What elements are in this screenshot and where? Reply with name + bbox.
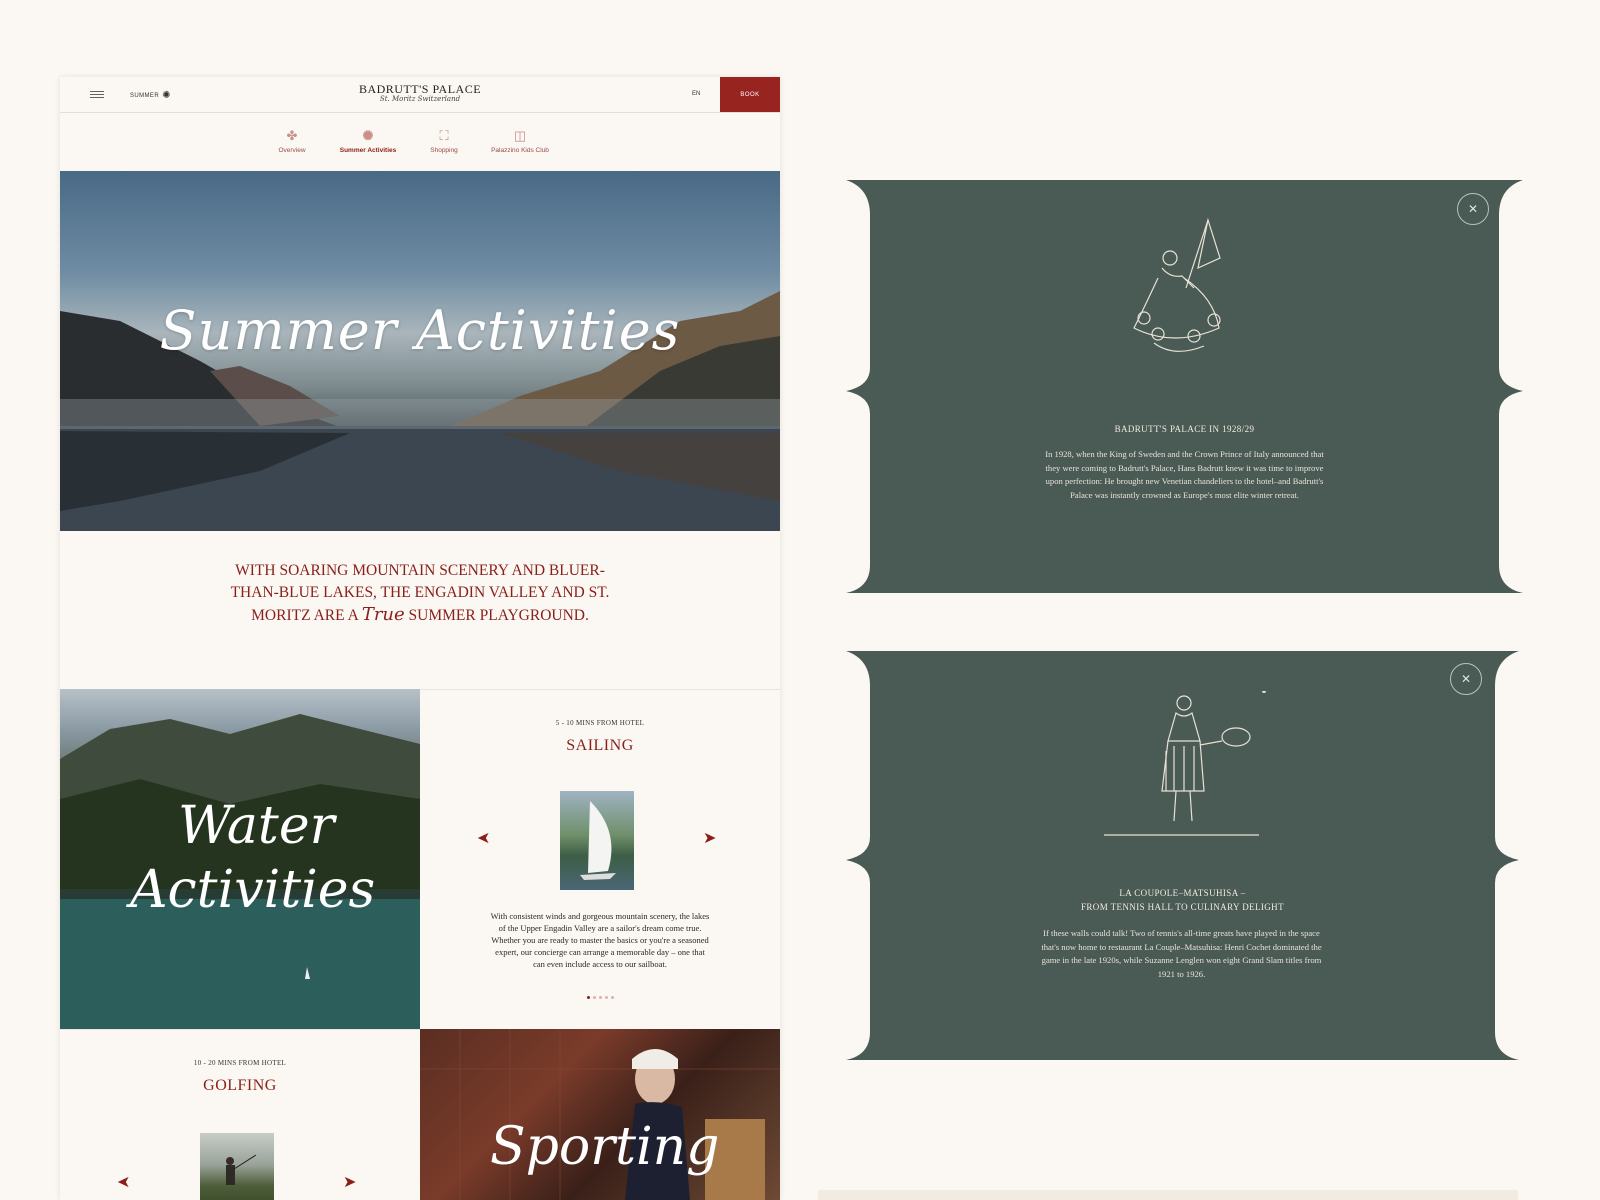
intro-line: WITH SOARING MOUNTAIN SCENERY AND BLUER-: [235, 562, 605, 579]
close-button[interactable]: ✕: [1457, 193, 1489, 225]
golfing-thumbnail[interactable]: [200, 1133, 274, 1200]
sailboat-illustration: [580, 801, 616, 880]
logo-title: BADRUTT'S PALACE: [358, 82, 482, 96]
sub-navigation: ✤ Overview ✺ Summer Activities ⛶ Shoppin…: [60, 113, 780, 173]
tab-label: Overview: [278, 147, 306, 154]
water-activities-image[interactable]: Water Activities: [60, 689, 420, 1029]
intro-text: MORITZ ARE A: [251, 607, 358, 624]
intro-line: THAN-BLUE LAKES, THE ENGADIN VALLEY AND …: [230, 584, 610, 601]
history-card-1928: ✕ BADRUTT'S PALACE IN 1928/29 In 1928, w…: [846, 180, 1523, 593]
pagination-dot[interactable]: [592, 996, 596, 999]
card-title: BADRUTT'S PALACE IN 1928/29: [1114, 424, 1255, 434]
logo-subtitle: St. Moritz Switzerland: [379, 95, 461, 103]
hero-image: Summer Activities: [60, 171, 780, 531]
intro-statement: WITH SOARING MOUNTAIN SCENERY AND BLUER-…: [170, 560, 670, 627]
card-body: In 1928, when the King of Sweden and the…: [1045, 449, 1324, 500]
sailing-description: With consistent winds and gorgeous mount…: [490, 911, 710, 969]
history-card-tennis: ✕ LA COUPOLE–MATSUHISA – FROM TENNIS HAL…: [846, 651, 1519, 1060]
website-page: SUMMER ✺ BADRUTT'S PALACE St. Moritz Swi…: [60, 77, 780, 1200]
card-title: LA COUPOLE–MATSUHISA – FROM TENNIS HALL …: [846, 886, 1519, 914]
tab-label: Summer Activities: [339, 147, 397, 154]
golfing-title: GOLFING: [203, 1077, 277, 1094]
sailing-prev-arrow[interactable]: ➤: [477, 828, 490, 848]
card-title-line: FROM TENNIS HALL TO CULINARY DELIGHT: [1081, 902, 1284, 912]
golfing-distance: 10 - 20 MINS FROM HOTEL: [193, 1059, 287, 1067]
pagination-dot[interactable]: [586, 996, 590, 999]
sailing-pagination: [420, 986, 780, 1004]
sporting-image[interactable]: Sporting: [420, 1029, 780, 1200]
lady-with-umbrella-illustration: [1133, 218, 1221, 352]
next-section-edge: [818, 1190, 1518, 1200]
close-icon: ✕: [1460, 672, 1472, 686]
card-title-line: LA COUPOLE–MATSUHISA –: [1119, 888, 1246, 898]
water-title-line: Activities: [130, 860, 376, 920]
intro-text: SUMMER PLAYGROUND.: [408, 607, 589, 624]
sporting-title: Sporting: [490, 1117, 720, 1177]
tab-kids-club[interactable]: ◫ Palazzino Kids Club: [475, 128, 565, 154]
kids-club-icon: ◫: [513, 128, 527, 143]
sailing-panel: 5 - 10 MINS FROM HOTEL SAILING ➤ ➤ With …: [420, 689, 780, 1030]
water-title-line: Water: [178, 796, 335, 856]
golfing-prev-arrow[interactable]: ➤: [117, 1172, 130, 1192]
golfing-next-arrow[interactable]: ➤: [343, 1172, 356, 1192]
close-button[interactable]: ✕: [1450, 663, 1482, 695]
top-bar: SUMMER ✺ BADRUTT'S PALACE St. Moritz Swi…: [60, 77, 780, 113]
book-button[interactable]: BOOK: [720, 77, 780, 112]
hero-title: Summer Activities: [159, 299, 681, 362]
sailing-distance: 5 - 10 MINS FROM HOTEL: [555, 719, 645, 727]
pagination-dot[interactable]: [604, 996, 608, 999]
logo[interactable]: BADRUTT'S PALACE St. Moritz Switzerland: [60, 83, 780, 103]
golfing-panel: 10 - 20 MINS FROM HOTEL GOLFING ➤ ➤: [60, 1029, 420, 1200]
pagination-dot[interactable]: [610, 996, 614, 999]
water-activities-title: Water Activities: [130, 794, 375, 922]
close-icon: ✕: [1467, 202, 1479, 216]
tab-label: Shopping: [430, 147, 458, 154]
tab-label: Palazzino Kids Club: [491, 147, 549, 154]
language-selector[interactable]: EN: [692, 91, 700, 97]
intro-script-word: True: [361, 604, 405, 625]
sailing-title: SAILING: [566, 737, 634, 754]
pagination-dot[interactable]: [598, 996, 602, 999]
sailing-next-arrow[interactable]: ➤: [703, 828, 716, 848]
intro-line: MORITZ ARE A True SUMMER PLAYGROUND.: [170, 604, 670, 627]
tennis-player-illustration: [1104, 691, 1266, 836]
card-body: If these walls could talk! Two of tennis…: [1041, 928, 1322, 979]
sailing-thumbnail[interactable]: [560, 791, 634, 890]
golfer-illustration: [226, 1154, 257, 1185]
